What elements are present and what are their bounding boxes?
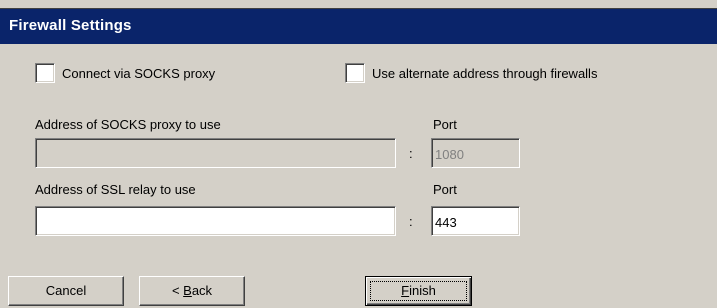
finish-button[interactable]: Finish	[365, 276, 472, 306]
back-button[interactable]: < Back	[139, 276, 245, 306]
ssl-address-label: Address of SSL relay to use	[35, 182, 196, 197]
ssl-address-input[interactable]	[35, 206, 396, 236]
finish-button-label: Finish	[401, 283, 436, 298]
cancel-button[interactable]: Cancel	[8, 276, 124, 306]
ssl-separator: :	[409, 214, 413, 229]
title-bar: Firewall Settings	[0, 8, 717, 44]
socks-address-label: Address of SOCKS proxy to use	[35, 117, 221, 132]
socks-proxy-option[interactable]: Connect via SOCKS proxy	[35, 62, 215, 84]
ssl-port-input[interactable]	[431, 206, 520, 236]
socks-separator: :	[409, 146, 413, 161]
firewall-settings-window: Firewall Settings Connect via SOCKS prox…	[0, 0, 717, 308]
socks-port-input[interactable]	[431, 138, 520, 168]
socks-address-input[interactable]	[35, 138, 396, 168]
alternate-address-option[interactable]: Use alternate address through firewalls	[345, 62, 597, 84]
alternate-address-checkbox[interactable]	[345, 63, 365, 83]
socks-port-label: Port	[433, 117, 457, 132]
alternate-address-checkbox-label[interactable]: Use alternate address through firewalls	[372, 66, 597, 81]
ssl-port-label: Port	[433, 182, 457, 197]
window-title: Firewall Settings	[9, 17, 132, 34]
socks-proxy-checkbox[interactable]	[35, 63, 55, 83]
back-button-label: < Back	[171, 283, 213, 298]
socks-proxy-checkbox-label[interactable]: Connect via SOCKS proxy	[62, 66, 215, 81]
cancel-button-label: Cancel	[45, 283, 87, 298]
